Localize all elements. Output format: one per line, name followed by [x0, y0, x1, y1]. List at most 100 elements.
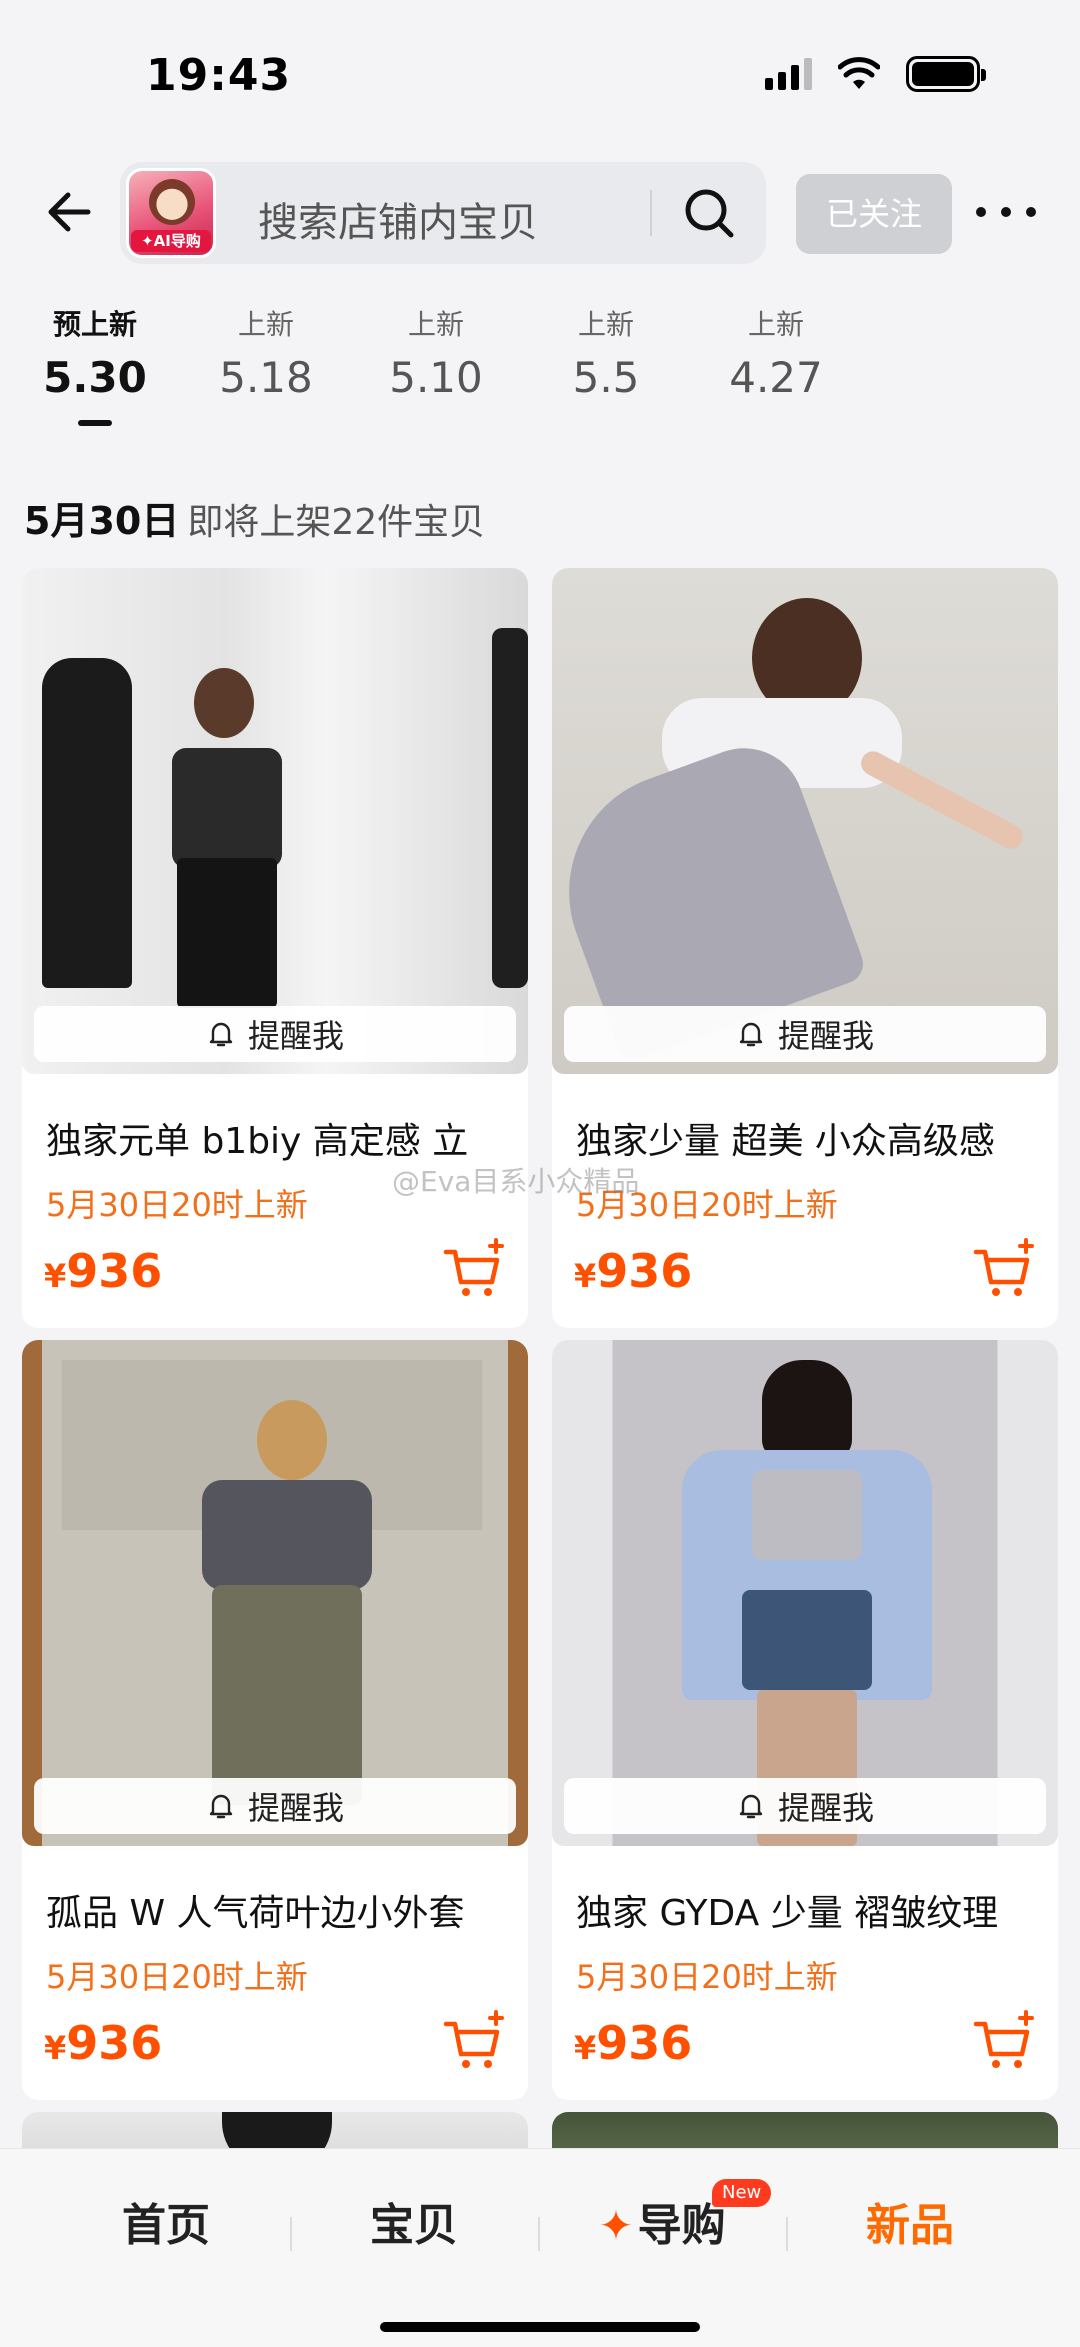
tab-label: 上新 — [747, 308, 804, 341]
price-value: 936 — [66, 2016, 163, 2070]
bell-icon — [739, 1794, 763, 1819]
tab-new-5-5[interactable]: 上新 5.5 — [536, 300, 676, 406]
tab-preview-5-30[interactable]: 预上新 5.30 — [25, 300, 165, 406]
denim-shorts — [742, 1590, 872, 1690]
remind-me-label: 提醒我 — [777, 1789, 874, 1827]
product-title[interactable]: 独家元单 b1biy 高定感 立 — [46, 1112, 516, 1164]
currency-symbol: ¥ — [574, 2029, 597, 2067]
add-to-cart-icon[interactable] — [442, 1238, 508, 1304]
remind-me-button[interactable]: 提醒我 — [564, 1006, 1046, 1062]
product-image[interactable] — [552, 1340, 1058, 1846]
active-tab-indicator — [78, 420, 112, 426]
price-value: 936 — [66, 1244, 163, 1298]
tab-date: 5.10 — [389, 353, 483, 402]
product-price: ¥936 — [574, 2016, 692, 2070]
remind-me-label: 提醒我 — [777, 1017, 874, 1055]
product-title[interactable]: 孤品 W 人气荷叶边小外套 — [46, 1884, 516, 1936]
section-description: 即将上架22件宝贝 — [187, 502, 486, 543]
new-badge: New — [712, 2179, 772, 2207]
tab-date: 5.18 — [219, 353, 313, 402]
mirror-reflection — [492, 628, 528, 988]
currency-symbol: ¥ — [44, 1257, 67, 1295]
section-title: 5月30日 即将上架22件宝贝 — [24, 490, 485, 545]
product-card[interactable]: 提醒我 孤品 W 人气荷叶边小外套 5月30日20时上新 ¥936 — [22, 1340, 528, 2100]
launch-time: 5月30日20时上新 — [576, 1958, 838, 1996]
model-top — [172, 748, 282, 868]
currency-symbol: ¥ — [574, 1257, 597, 1295]
product-image[interactable] — [552, 568, 1058, 1074]
ai-guide-tag: ✦AI导购 — [131, 230, 211, 252]
add-to-cart-icon[interactable] — [442, 2010, 508, 2076]
grey-tank-top — [752, 1470, 862, 1560]
status-icons — [765, 56, 986, 92]
new-arrival-date-tabs: 预上新 5.30 上新 5.18 上新 5.10 上新 5.5 上新 4.27 — [0, 300, 1080, 440]
product-image[interactable] — [22, 568, 528, 1074]
product-price: ¥936 — [44, 2016, 162, 2070]
remind-me-label: 提醒我 — [247, 1789, 344, 1827]
tab-label: 预上新 — [52, 308, 137, 341]
shop-header: ✦AI导购 搜索店铺内宝贝 已关注 — [0, 150, 1080, 280]
back-arrow-icon[interactable] — [40, 182, 100, 242]
shop-logo[interactable]: ✦AI导购 — [126, 168, 216, 258]
tab-date: 5.5 — [572, 353, 640, 402]
product-price: ¥936 — [574, 1244, 692, 1298]
product-title[interactable]: 独家 GYDA 少量 褶皱纹理 — [576, 1884, 1046, 1936]
model-pants — [177, 858, 277, 1008]
status-time: 19:43 — [146, 50, 292, 101]
remind-me-button[interactable]: 提醒我 — [34, 1006, 516, 1062]
more-options-icon[interactable] — [976, 192, 1036, 232]
product-card[interactable]: 提醒我 独家 GYDA 少量 褶皱纹理 5月30日20时上新 ¥936 — [552, 1340, 1058, 2100]
bell-icon — [739, 1022, 763, 1047]
tab-new-4-27[interactable]: 上新 4.27 — [706, 300, 846, 406]
home-indicator — [380, 2322, 700, 2332]
remind-me-button[interactable]: 提醒我 — [34, 1778, 516, 1834]
product-image[interactable] — [22, 1340, 528, 1846]
tab-label: 上新 — [577, 308, 634, 341]
tab-label: 上新 — [407, 308, 464, 341]
remind-me-label: 提醒我 — [247, 1017, 344, 1055]
nav-guide-label: 导购 — [637, 2200, 726, 2251]
tab-label: 上新 — [237, 308, 294, 341]
launch-time: 5月30日20时上新 — [46, 1958, 308, 1996]
price-value: 936 — [596, 1244, 693, 1298]
follow-button[interactable]: 已关注 — [796, 174, 952, 254]
product-card[interactable]: 提醒我 独家少量 超美 小众高级感 5月30日20时上新 ¥936 — [552, 568, 1058, 1328]
battery-icon — [906, 56, 986, 92]
tab-new-5-10[interactable]: 上新 5.10 — [366, 300, 506, 406]
bell-icon — [209, 1022, 233, 1047]
model-head — [194, 668, 254, 738]
nav-items[interactable]: 宝贝 — [314, 2189, 514, 2253]
price-value: 936 — [596, 2016, 693, 2070]
search-icon[interactable] — [680, 184, 738, 242]
tab-date: 5.30 — [43, 353, 147, 402]
nav-home[interactable]: 首页 — [66, 2189, 266, 2253]
weibo-watermark: @Eva目系小众精品 — [392, 1165, 640, 1198]
remind-me-button[interactable]: 提醒我 — [564, 1778, 1046, 1834]
product-title[interactable]: 独家少量 超美 小众高级感 — [576, 1112, 1046, 1164]
shop-search-bar[interactable]: ✦AI导购 搜索店铺内宝贝 — [120, 162, 766, 264]
cropped-jacket — [202, 1480, 372, 1590]
add-to-cart-icon[interactable] — [972, 1238, 1038, 1304]
bottom-navigation: 首页 宝贝 ✦导购 New 新品 — [0, 2148, 1080, 2347]
tab-date: 4.27 — [729, 353, 823, 402]
nav-separator — [538, 2217, 540, 2251]
launch-time: 5月30日20时上新 — [46, 1186, 308, 1224]
model-head — [762, 1360, 852, 1460]
model-head — [257, 1400, 327, 1480]
wifi-icon — [838, 57, 880, 89]
product-price: ¥936 — [44, 1244, 162, 1298]
cellular-signal-icon — [765, 58, 812, 90]
cargo-pants — [212, 1585, 362, 1805]
nav-new-arrivals[interactable]: 新品 — [810, 2189, 1010, 2253]
status-bar: 19:43 — [0, 0, 1080, 150]
currency-symbol: ¥ — [44, 2029, 67, 2067]
sparkle-icon: ✦ — [598, 2201, 634, 2250]
tab-new-5-18[interactable]: 上新 5.18 — [196, 300, 336, 406]
shop-logo-avatar — [149, 179, 195, 225]
bell-icon — [209, 1794, 233, 1819]
search-divider — [650, 190, 652, 236]
product-card[interactable]: 提醒我 独家元单 b1biy 高定感 立 5月30日20时上新 ¥936 — [22, 568, 528, 1328]
nav-separator — [290, 2217, 292, 2251]
search-input[interactable]: 搜索店铺内宝贝 — [258, 190, 538, 248]
add-to-cart-icon[interactable] — [972, 2010, 1038, 2076]
